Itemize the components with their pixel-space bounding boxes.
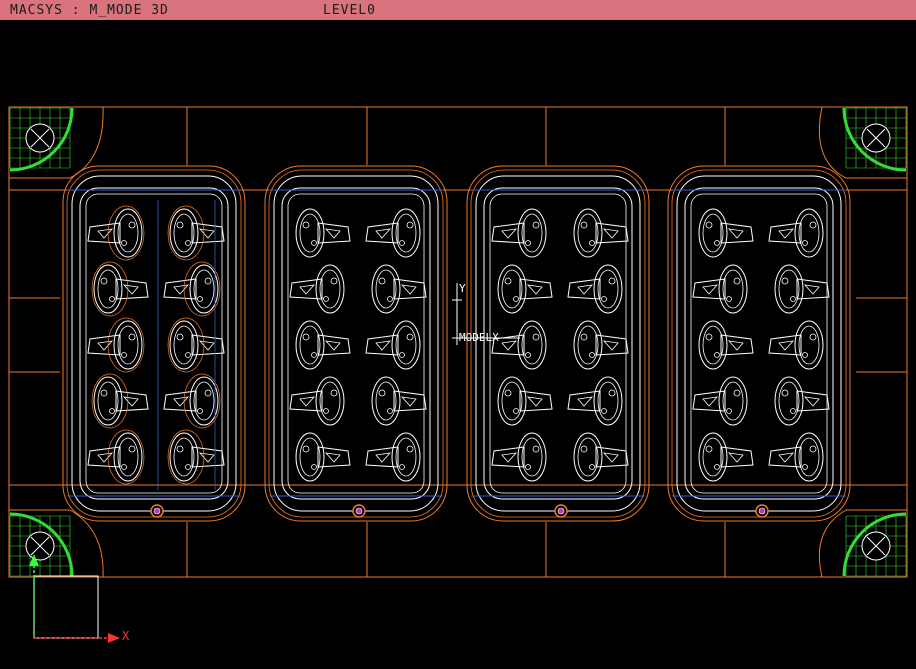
molded-part xyxy=(573,432,629,482)
molded-part xyxy=(698,432,754,482)
axis-triad-icon: X xyxy=(29,554,130,643)
molded-part xyxy=(289,264,345,314)
corner-mesh xyxy=(842,512,907,577)
molded-part xyxy=(295,320,351,370)
corner-mesh xyxy=(9,107,74,172)
molded-part xyxy=(87,317,145,373)
molded-part xyxy=(692,264,748,314)
molded-part xyxy=(371,264,427,314)
model-y-label: Y xyxy=(459,282,466,295)
molded-part xyxy=(163,373,221,429)
molded-part xyxy=(698,208,754,258)
mold-cavity xyxy=(264,165,448,522)
molded-part xyxy=(497,264,553,314)
world-x-label: X xyxy=(122,629,130,643)
sprue-gate-icon xyxy=(554,504,568,518)
corner-mesh xyxy=(842,107,907,172)
molded-part xyxy=(768,208,824,258)
molded-part xyxy=(167,317,225,373)
molded-part xyxy=(87,205,145,261)
molded-part xyxy=(774,376,830,426)
cad-viewport[interactable]: Y MODELX X xyxy=(0,21,916,665)
molded-part xyxy=(573,320,629,370)
drawing-canvas[interactable]: Y MODELX X xyxy=(0,21,916,665)
molded-part xyxy=(573,208,629,258)
molded-part xyxy=(167,429,225,485)
molded-part xyxy=(365,320,421,370)
molded-part xyxy=(692,376,748,426)
corner-mesh-icon xyxy=(9,107,907,577)
mode-indicator: MACSYS : M_MODE 3D xyxy=(10,3,169,18)
molded-part xyxy=(365,208,421,258)
level-indicator: LEVEL0 xyxy=(323,3,376,18)
molded-part xyxy=(774,264,830,314)
molded-part xyxy=(365,432,421,482)
molded-part xyxy=(163,261,221,317)
model-axis: Y MODELX xyxy=(452,282,520,345)
molded-part xyxy=(295,432,351,482)
title-bar: MACSYS : M_MODE 3D LEVEL0 xyxy=(0,0,916,21)
molded-part xyxy=(491,208,547,258)
molded-part xyxy=(87,429,145,485)
molded-part xyxy=(289,376,345,426)
molded-part xyxy=(497,376,553,426)
model-axis-name: MODELX xyxy=(459,331,499,344)
molded-part xyxy=(698,320,754,370)
molded-part xyxy=(768,432,824,482)
mold-cavity xyxy=(62,165,246,522)
molded-part xyxy=(491,320,547,370)
sprue-gate-icon xyxy=(352,504,366,518)
sprue-gate-icon xyxy=(755,504,769,518)
molded-part xyxy=(567,376,623,426)
sprue-gate-icon xyxy=(150,504,164,518)
corner-mesh xyxy=(9,512,74,577)
molded-part xyxy=(491,432,547,482)
molded-part xyxy=(167,205,225,261)
molded-part xyxy=(91,261,149,317)
molded-part xyxy=(567,264,623,314)
molded-part xyxy=(371,376,427,426)
mold-cavity xyxy=(667,165,851,522)
molded-part xyxy=(295,208,351,258)
molded-part xyxy=(91,373,149,429)
molded-part xyxy=(768,320,824,370)
